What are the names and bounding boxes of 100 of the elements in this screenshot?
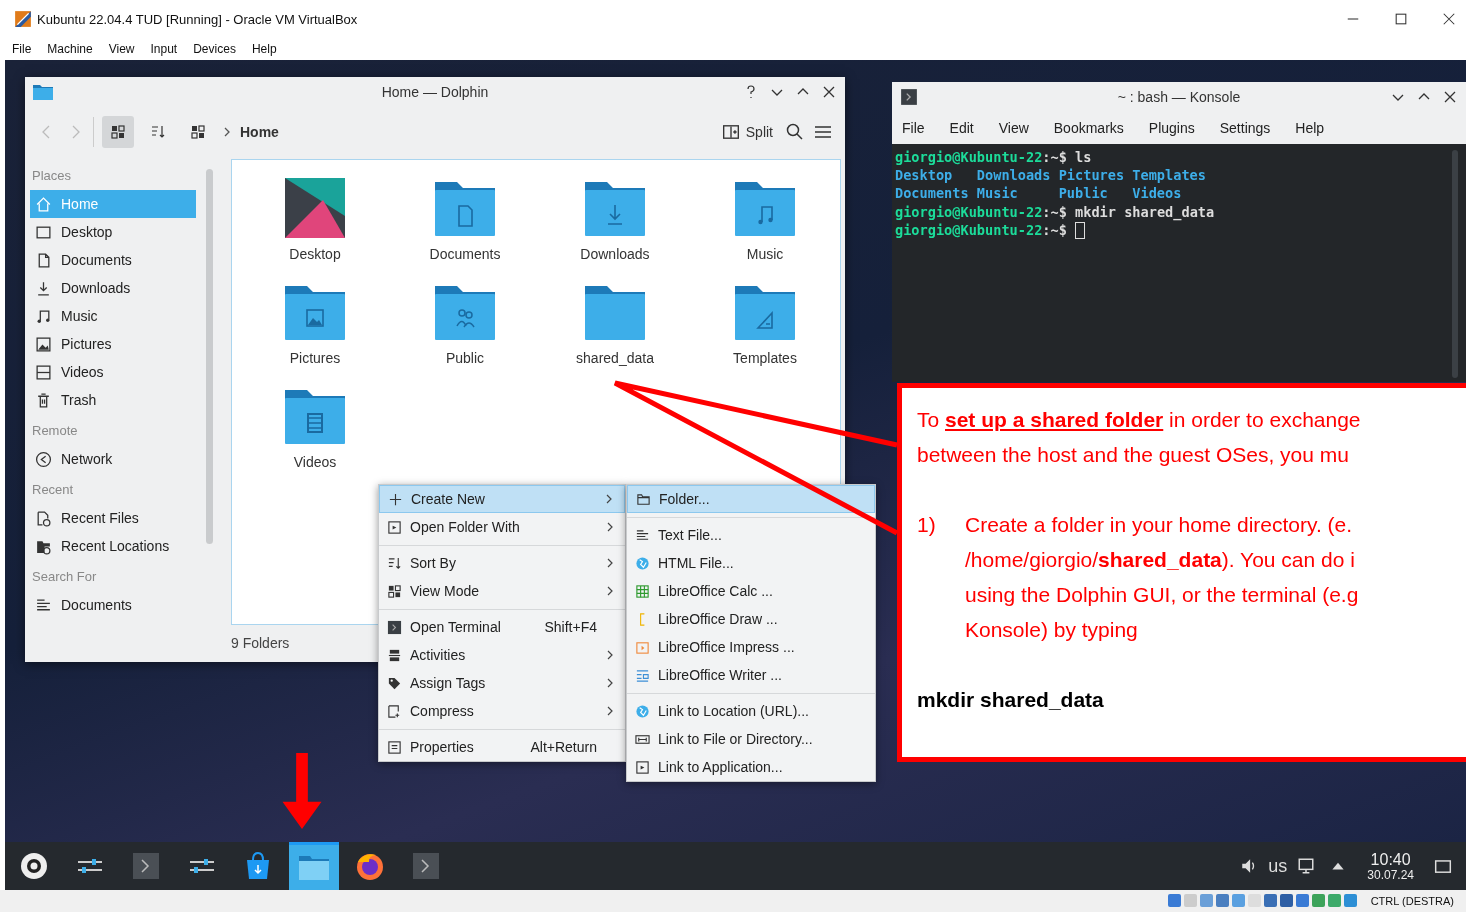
directory-entry[interactable]: Documents	[390, 176, 540, 280]
tag-icon	[387, 675, 402, 691]
scrollbar[interactable]	[1452, 150, 1458, 378]
menu-item[interactable]: Link to Location (URL)...	[627, 697, 875, 725]
menu-item[interactable]: Machine	[47, 42, 93, 56]
menu-item[interactable]: LibreOffice Calc ...	[627, 577, 875, 605]
menu-item[interactable]: Create New	[379, 485, 625, 513]
directory-name: Downloads	[976, 166, 1052, 185]
maximize-icon[interactable]	[1394, 12, 1408, 26]
directory-name: Videos	[1132, 184, 1183, 203]
directory-entry[interactable]: shared_data	[540, 280, 690, 384]
list-icon	[150, 124, 166, 140]
menu-item[interactable]: Devices	[193, 42, 236, 56]
menu-item[interactable]: HTML File...	[627, 549, 875, 577]
sidebar-item[interactable]: Videos	[30, 358, 196, 386]
menu-item[interactable]: Open Terminal Shift+F4	[379, 613, 625, 641]
close-icon[interactable]	[821, 84, 837, 100]
menu-item[interactable]: LibreOffice Impress ...	[627, 633, 875, 661]
split-button[interactable]: Split	[717, 119, 777, 145]
terminal-icon	[410, 850, 442, 882]
list-icon	[387, 739, 402, 755]
breadcrumb[interactable]: Home	[240, 124, 279, 140]
directory-entry[interactable]: Pictures	[240, 280, 390, 384]
clock-date[interactable]: 30.07.24	[1367, 867, 1414, 882]
menu-item[interactable]: Help	[1295, 120, 1325, 136]
menu-item[interactable]: Activities	[379, 641, 625, 669]
terminal-icon	[130, 850, 162, 882]
menu-item[interactable]: File	[12, 42, 32, 56]
menu-item[interactable]: LibreOffice Writer ...	[627, 661, 875, 689]
menu-item[interactable]: Help	[251, 42, 277, 56]
sidebar-item[interactable]: Desktop	[30, 218, 196, 246]
grid-icon	[110, 124, 126, 140]
menu-item[interactable]: View Mode	[379, 577, 625, 605]
sidebar-item[interactable]: Downloads	[30, 274, 196, 302]
close-icon[interactable]	[1442, 89, 1458, 105]
close-icon[interactable]	[1442, 12, 1456, 26]
sidebar-item[interactable]: Recent Files	[30, 504, 196, 532]
directory-entry[interactable]: Desktop	[240, 176, 390, 280]
sidebar-item[interactable]: Recent Locations	[30, 532, 196, 560]
slide-icon	[635, 639, 650, 655]
directory-entry[interactable]: Public	[390, 280, 540, 384]
directory-entry[interactable]: Downloads	[540, 176, 690, 280]
menu-item[interactable]: LibreOffice Draw ...	[627, 605, 875, 633]
terminal-area[interactable]: giorgio@Kubuntu-22:~$ ls Desktop Downloads Pictures Templates Documents Music Public Videos giorgio@Kubuntu-22:~$ mkdir shared_data giorgio@Kubuntu-22:~$	[892, 144, 1466, 382]
prompt-path: :~$	[1042, 148, 1067, 167]
sidebar-item[interactable]: Documents	[30, 246, 196, 274]
network-icon[interactable]	[1297, 857, 1316, 875]
menu-item[interactable]: File	[902, 120, 925, 136]
menu-item[interactable]: Link to File or Directory...	[627, 725, 875, 753]
directory-name: Music	[976, 184, 1019, 203]
clock-time[interactable]: 10:40	[1370, 850, 1411, 868]
recent-file-icon	[35, 509, 52, 527]
menu-item[interactable]: Input	[150, 42, 178, 56]
cube-icon	[14, 10, 32, 28]
command-text: ls	[1075, 148, 1092, 167]
show-desktop-icon[interactable]	[1434, 857, 1452, 875]
home-icon	[35, 195, 52, 213]
prompt-user-host: giorgio@Kubuntu-22	[895, 202, 1043, 221]
menu-item[interactable]: Sort By	[379, 549, 625, 577]
command-text: mkdir shared_data	[1075, 202, 1215, 221]
prompt-user-host: giorgio@Kubuntu-22	[895, 148, 1043, 167]
menu-item[interactable]: Plugins	[1148, 120, 1195, 136]
section-heading: Search For	[31, 568, 98, 586]
sidebar-item[interactable]: Pictures	[30, 330, 196, 358]
menu-item[interactable]: Settings	[1219, 120, 1271, 136]
window-icon	[635, 759, 650, 775]
directory-entry[interactable]: Videos	[240, 384, 390, 488]
archive-icon	[387, 703, 402, 719]
window-title: Home — Dolphin	[381, 84, 489, 100]
directory-name: Public	[1058, 184, 1109, 203]
menu-item[interactable]: Compress	[379, 697, 625, 725]
directory-name: Pictures	[1058, 166, 1126, 185]
sidebar-item[interactable]: Trash	[30, 386, 196, 414]
files-task[interactable]	[289, 842, 339, 890]
menu-item[interactable]: Bookmarks	[1053, 120, 1124, 136]
search-icon[interactable]	[785, 122, 805, 142]
menu-item[interactable]: Folder...	[627, 485, 875, 513]
sidebar-item[interactable]: Network	[30, 445, 196, 473]
menu-item[interactable]: Open Folder With	[379, 513, 625, 541]
directory-entry[interactable]: Music	[690, 176, 840, 280]
sidebar-item[interactable]: Documents	[30, 591, 196, 619]
menu-item[interactable]: Text File...	[627, 521, 875, 549]
section-heading: Places	[31, 167, 73, 185]
keyboard-layout[interactable]: us	[1268, 855, 1288, 877]
sidebar-item[interactable]: Music	[30, 302, 196, 330]
scrollbar[interactable]	[206, 169, 213, 544]
command-text: mkdir shared_data	[917, 687, 1105, 713]
section-heading: Recent	[31, 481, 75, 499]
lines-icon	[635, 527, 650, 543]
icons-view-button[interactable]	[102, 116, 134, 148]
directory-entry[interactable]: Templates	[690, 280, 840, 384]
menu-item[interactable]: View	[108, 42, 135, 56]
menu-item[interactable]: Link to Application...	[627, 753, 875, 781]
menu-item[interactable]: Assign Tags	[379, 669, 625, 697]
share-icon	[35, 450, 52, 468]
menu-item[interactable]: Properties Alt+Return	[379, 733, 625, 761]
menu-item[interactable]: View	[998, 120, 1029, 136]
trash-icon	[35, 391, 52, 409]
menu-item[interactable]: Edit	[949, 120, 974, 136]
globe-icon	[635, 555, 650, 571]
